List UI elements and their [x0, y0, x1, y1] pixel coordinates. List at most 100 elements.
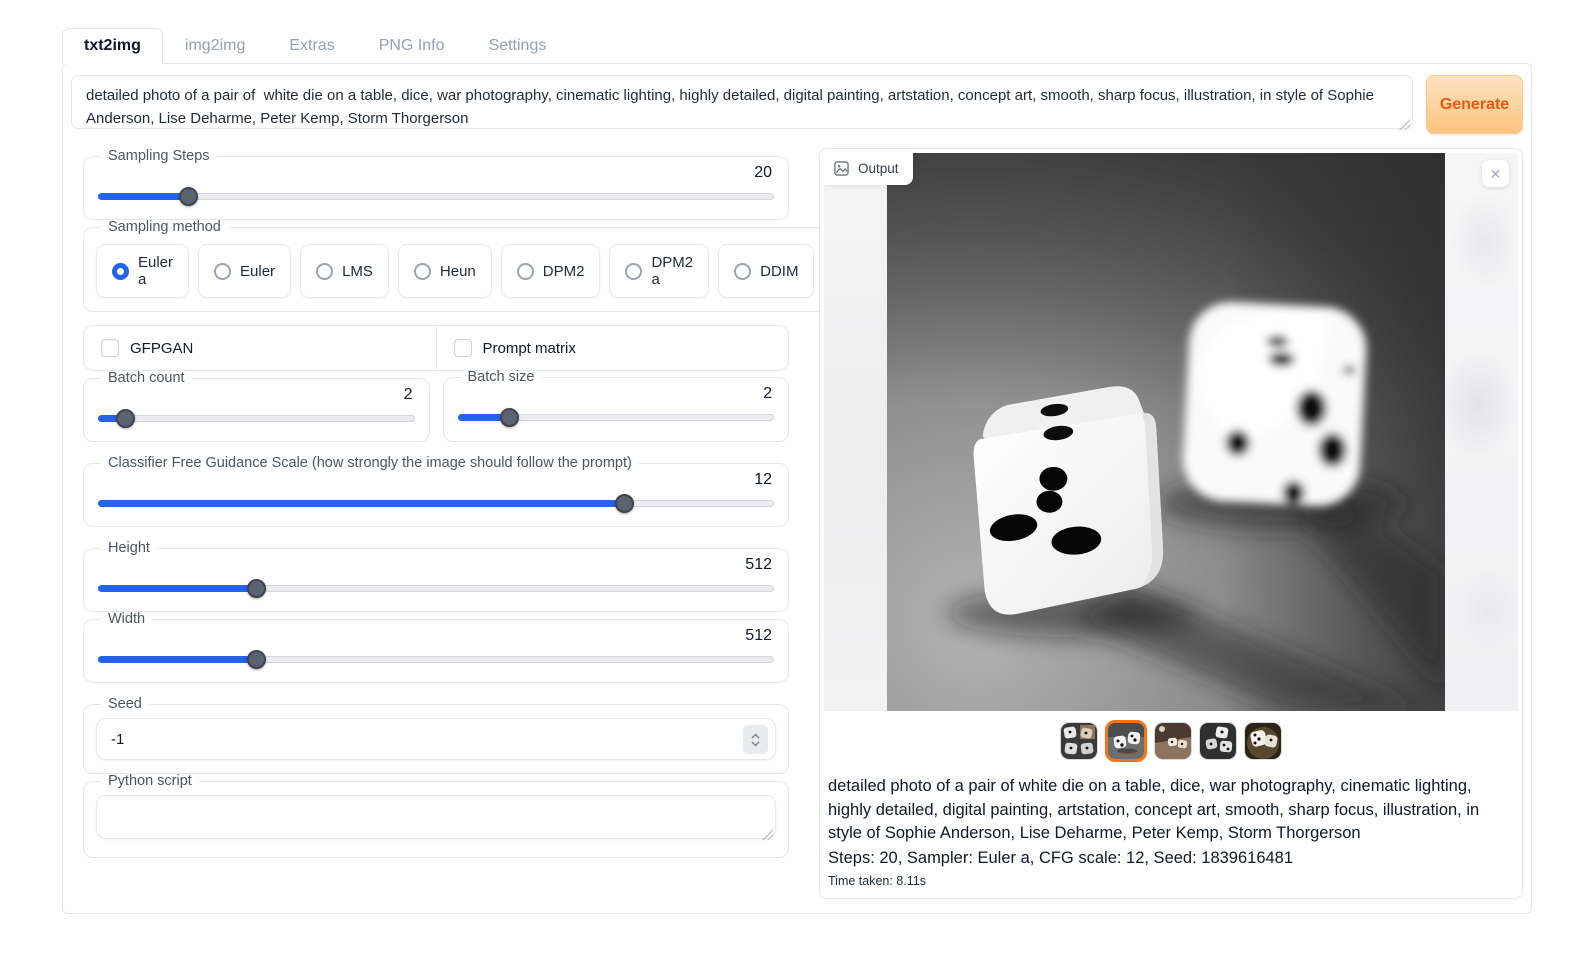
radio-label: DPM2 — [543, 263, 585, 280]
generated-image[interactable] — [887, 153, 1445, 711]
batch-count-value: 2 — [96, 386, 417, 404]
app-page: txt2img img2img Extras PNG Info Settings… — [0, 0, 1594, 954]
output-tag: Output — [824, 153, 913, 185]
number-spinner[interactable] — [743, 725, 768, 754]
cfg-scale-label: Classifier Free Guidance Scale (how stro… — [101, 455, 639, 471]
sampling-method-label: Sampling method — [101, 219, 228, 235]
caption-parameters: Steps: 20, Sampler: Euler a, CFG scale: … — [828, 847, 1514, 871]
radio-icon — [112, 263, 129, 280]
cfg-scale-group: Classifier Free Guidance Scale (how stro… — [83, 455, 789, 527]
checkbox-icon — [454, 339, 472, 357]
checkbox-label: Prompt matrix — [483, 340, 576, 357]
seed-label: Seed — [101, 696, 149, 712]
batch-size-slider[interactable] — [458, 408, 775, 427]
generation-info: detailed photo of a pair of white die on… — [824, 763, 1518, 890]
slider-handle[interactable] — [179, 187, 198, 206]
options-checkbox-row: GFPGAN Prompt matrix — [83, 325, 789, 371]
sampling-steps-value: 20 — [96, 164, 776, 182]
slider-handle[interactable] — [615, 494, 634, 513]
generate-button[interactable]: Generate — [1426, 75, 1523, 134]
python-script-input[interactable] — [96, 795, 776, 839]
sampling-steps-slider[interactable] — [98, 187, 774, 206]
radio-heun[interactable]: Heun — [398, 244, 492, 298]
radio-lms[interactable]: LMS — [300, 244, 389, 298]
settings-column: Sampling Steps 20 Sampling method Euler … — [83, 148, 789, 871]
sampling-steps-label: Sampling Steps — [101, 148, 217, 164]
txt2img-panel: detailed photo of a pair of white die on… — [62, 63, 1532, 914]
tab-extras[interactable]: Extras — [267, 28, 356, 64]
height-label: Height — [101, 540, 157, 556]
viewer-backdrop-right — [1445, 153, 1518, 711]
close-output-button[interactable]: ✕ — [1482, 160, 1509, 187]
slider-handle[interactable] — [247, 579, 266, 598]
gallery-thumbnails — [824, 719, 1518, 763]
slider-handle[interactable] — [500, 408, 519, 427]
prompt-row: detailed photo of a pair of white die on… — [71, 75, 1523, 134]
viewer-backdrop-left — [824, 153, 887, 711]
image-icon — [834, 161, 849, 176]
radio-icon — [625, 263, 642, 280]
seed-input[interactable] — [96, 718, 776, 760]
width-slider[interactable] — [98, 650, 774, 669]
width-group: Width 512 — [83, 611, 789, 683]
radio-label: Euler — [240, 263, 275, 280]
radio-label: LMS — [342, 263, 373, 280]
gallery-thumb-2-selected[interactable] — [1105, 720, 1147, 762]
output-tag-label: Output — [858, 161, 899, 176]
width-label: Width — [101, 611, 152, 627]
radio-ddim[interactable]: DDIM — [718, 244, 814, 298]
radio-icon — [734, 263, 751, 280]
tab-img2img[interactable]: img2img — [163, 28, 267, 64]
sampling-steps-group: Sampling Steps 20 — [83, 148, 789, 220]
radio-label: Euler a — [138, 254, 173, 288]
python-script-group: Python script — [83, 773, 789, 858]
batch-size-label: Batch size — [461, 369, 542, 385]
cfg-scale-value: 12 — [96, 471, 776, 489]
slider-handle[interactable] — [247, 650, 266, 669]
image-viewer — [824, 153, 1518, 711]
radio-icon — [316, 263, 333, 280]
height-group: Height 512 — [83, 540, 789, 612]
radio-label: DDIM — [760, 263, 798, 280]
tab-settings[interactable]: Settings — [467, 28, 569, 64]
sampling-method-options: Euler a Euler LMS Heun DPM2 DPM2 a DDIM … — [96, 244, 922, 298]
radio-label: Heun — [440, 263, 476, 280]
batch-size-value: 2 — [456, 385, 777, 403]
radio-icon — [214, 263, 231, 280]
tab-bar: txt2img img2img Extras PNG Info Settings — [62, 28, 1532, 63]
radio-euler-a[interactable]: Euler a — [96, 244, 189, 298]
radio-icon — [414, 263, 431, 280]
gfpgan-checkbox[interactable]: GFPGAN — [84, 326, 436, 370]
python-script-label: Python script — [101, 773, 199, 789]
tab-txt2img[interactable]: txt2img — [62, 28, 163, 64]
radio-dpm2-a[interactable]: DPM2 a — [609, 244, 709, 298]
seed-group: Seed — [83, 696, 789, 774]
slider-handle[interactable] — [116, 409, 135, 428]
output-panel: Output ✕ — [819, 148, 1523, 899]
batch-count-group: Batch count 2 — [83, 370, 430, 442]
gallery-thumb-5[interactable] — [1244, 722, 1282, 760]
tab-png-info[interactable]: PNG Info — [357, 28, 467, 64]
checkbox-label: GFPGAN — [130, 340, 193, 357]
caption-prompt: detailed photo of a pair of white die on… — [828, 775, 1514, 846]
prompt-matrix-checkbox[interactable]: Prompt matrix — [436, 326, 789, 370]
radio-icon — [517, 263, 534, 280]
batch-size-group: Batch size 2 — [443, 369, 790, 442]
height-slider[interactable] — [98, 579, 774, 598]
width-value: 512 — [96, 627, 776, 645]
radio-euler[interactable]: Euler — [198, 244, 291, 298]
caption-time-taken: Time taken: 8.11s — [828, 874, 1514, 888]
prompt-box: detailed photo of a pair of white die on… — [71, 75, 1413, 134]
cfg-scale-slider[interactable] — [98, 494, 774, 513]
batch-count-slider[interactable] — [98, 409, 415, 428]
sampling-method-group: Sampling method Euler a Euler LMS Heun D… — [83, 219, 935, 312]
checkbox-icon — [101, 339, 119, 357]
gallery-thumb-3[interactable] — [1154, 722, 1192, 760]
gallery-thumb-4[interactable] — [1199, 722, 1237, 760]
gallery-thumb-1[interactable] — [1060, 722, 1098, 760]
radio-label: DPM2 a — [651, 254, 693, 288]
prompt-input[interactable]: detailed photo of a pair of white die on… — [71, 75, 1413, 129]
radio-dpm2[interactable]: DPM2 — [501, 244, 601, 298]
spinner-chevrons-icon — [750, 732, 761, 748]
height-value: 512 — [96, 556, 776, 574]
